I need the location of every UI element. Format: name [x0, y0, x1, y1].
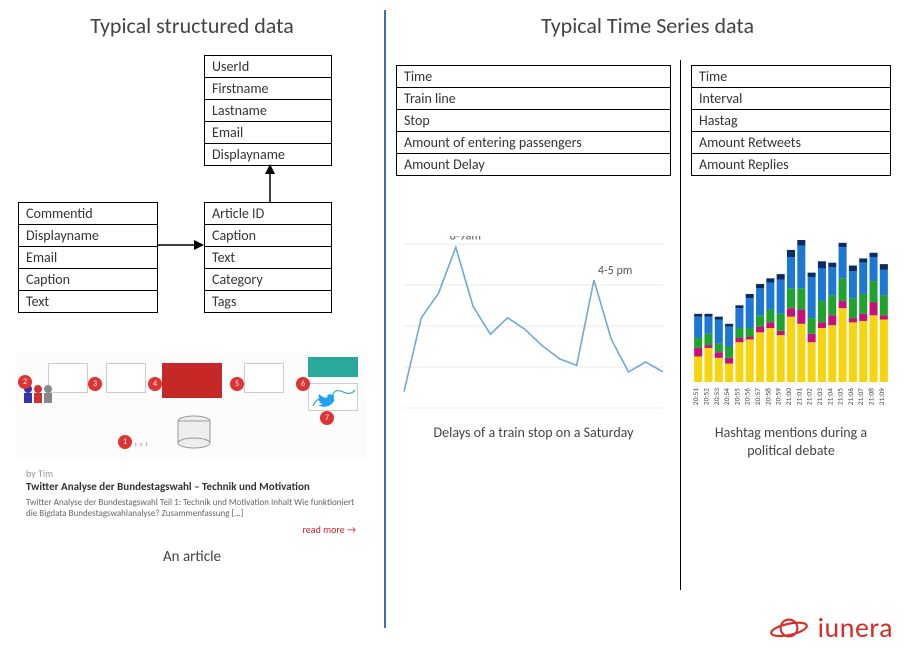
svg-text:20:59: 20:59	[775, 388, 784, 405]
train-schema: Time Train line Stop Amount of entering …	[396, 65, 671, 176]
field: Email	[205, 122, 331, 144]
svg-text:21:09: 21:09	[878, 388, 887, 405]
svg-text:21:03: 21:03	[816, 388, 825, 405]
field: Amount of entering passengers	[397, 132, 670, 154]
svg-text:8-9am: 8-9am	[450, 236, 481, 243]
svg-text:20:57: 20:57	[754, 388, 763, 405]
svg-text:21:06: 21:06	[847, 388, 856, 405]
field: Displayname	[205, 144, 331, 165]
svg-text:21:07: 21:07	[857, 388, 866, 405]
left-caption: An article	[16, 548, 368, 566]
field: Category	[205, 269, 331, 291]
right-title: Typical Time Series data	[396, 12, 899, 39]
field: Caption	[205, 225, 331, 247]
field: Amount Delay	[397, 154, 670, 175]
field: Text	[205, 247, 331, 269]
field: Commentid	[19, 203, 157, 225]
field: Train line	[397, 88, 670, 110]
svg-text:21:08: 21:08	[868, 388, 877, 405]
field: Time	[692, 66, 890, 88]
field: Time	[397, 66, 670, 88]
article-title: Twitter Analyse der Bundestagswahl – Tec…	[26, 480, 356, 493]
field: Hastag	[692, 110, 890, 132]
hashtag-schema: Time Interval Hastag Amount Retweets Amo…	[691, 65, 891, 176]
svg-text:21:04: 21:04	[826, 388, 835, 405]
field: Displayname	[19, 225, 157, 247]
planet-icon	[768, 613, 810, 643]
read-more-link[interactable]: read more →	[26, 523, 356, 536]
entity-user: UserId Firstname Lastname Email Displayn…	[204, 55, 332, 166]
hashtag-column: Time Interval Hastag Amount Retweets Amo…	[691, 55, 891, 575]
field: Text	[19, 291, 157, 312]
arrow-comment-to-article	[158, 235, 204, 255]
entity-comment: Commentid Displayname Email Caption Text	[18, 202, 158, 313]
article-byline: by Tim	[26, 467, 356, 480]
train-caption: Delays of a train stop on a Saturday	[396, 424, 671, 462]
field: Caption	[19, 269, 157, 291]
svg-text:21:02: 21:02	[806, 388, 815, 405]
left-title: Typical structured data	[16, 12, 368, 39]
svg-text:20:54: 20:54	[723, 388, 732, 405]
logo-text: iunera	[818, 610, 893, 645]
arrow-article-to-user	[260, 164, 280, 202]
svg-text:21:05: 21:05	[837, 388, 846, 405]
time-series-column: Typical Time Series data Time Train line…	[380, 0, 911, 608]
divider-black	[680, 60, 681, 590]
field: Amount Replies	[692, 154, 890, 175]
structured-data-column: Typical structured data UserId Firstname…	[0, 0, 380, 608]
svg-text:20:55: 20:55	[733, 388, 742, 405]
iunera-logo: iunera	[768, 610, 893, 645]
field: Lastname	[205, 100, 331, 122]
svg-text:21:01: 21:01	[795, 388, 804, 405]
field: Stop	[397, 110, 670, 132]
field: Amount Retweets	[692, 132, 890, 154]
entity-article: Article ID Caption Text Category Tags	[204, 202, 332, 313]
hashtag-caption: Hashtag mentions during a political deba…	[691, 424, 891, 462]
svg-text:20:52: 20:52	[702, 388, 711, 405]
field: Tags	[205, 291, 331, 312]
article-excerpt: Twitter Analyse der Bundestagswahl Teil …	[26, 497, 356, 519]
field: Firstname	[205, 78, 331, 100]
svg-text:20:51: 20:51	[692, 388, 701, 405]
article-preview: ››› 2 3 4 5 6 7 1 by Tim Twitter Analyse…	[16, 353, 366, 542]
field: Interval	[692, 88, 890, 110]
svg-text:4-5 pm: 4-5 pm	[598, 264, 632, 278]
line-chart-train-delays: 8-9am 4-5 pm	[396, 236, 671, 416]
field: Article ID	[205, 203, 331, 225]
train-column: Time Train line Stop Amount of entering …	[396, 55, 671, 575]
field: Email	[19, 247, 157, 269]
article-hero-image: ››› 2 3 4 5 6 7 1	[16, 353, 366, 461]
svg-text:20:53: 20:53	[713, 388, 722, 405]
svg-text:20:58: 20:58	[764, 388, 773, 405]
field: UserId	[205, 56, 331, 78]
stacked-bar-chart-hashtags: 20:5120:5220:5320:5420:5520:5620:5720:58…	[691, 236, 891, 416]
divider-blue	[384, 10, 386, 628]
svg-text:21:00: 21:00	[785, 388, 794, 405]
svg-text:20:56: 20:56	[744, 388, 753, 405]
er-diagram: UserId Firstname Lastname Email Displayn…	[16, 55, 368, 345]
